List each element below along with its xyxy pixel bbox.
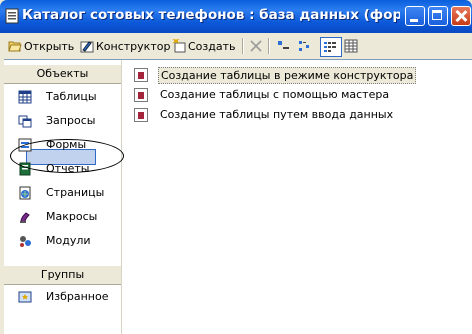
- nav-item-reports[interactable]: Отчеты: [4, 158, 121, 180]
- shortcut-icon: [134, 68, 148, 82]
- delete-x-icon: [250, 40, 262, 52]
- nav-item-queries[interactable]: Запросы: [4, 110, 121, 132]
- nav-item-macros[interactable]: Макросы: [4, 206, 121, 228]
- list-item-label: Создание таблицы в режиме конструктора: [158, 67, 417, 84]
- small-icons-button[interactable]: [298, 37, 314, 55]
- report-icon: [19, 162, 31, 176]
- macro-icon: [20, 212, 30, 223]
- nav-item-favorites[interactable]: Избранное: [4, 286, 121, 308]
- list-item-label: Создание таблицы с помощью мастера: [160, 88, 390, 101]
- query-icon: [18, 115, 32, 128]
- small-icons-icon: [299, 41, 309, 51]
- nav-item-forms[interactable]: Формы: [4, 134, 121, 156]
- nav-item-modules[interactable]: Модули: [4, 230, 121, 252]
- shortcut-icon: [134, 108, 148, 122]
- close-button[interactable]: [451, 6, 471, 26]
- nav-item-pages[interactable]: Страницы: [4, 182, 121, 204]
- design-label: Конструктор: [96, 39, 171, 53]
- favorites-folder-icon: [18, 291, 32, 303]
- toolbar-separator: [268, 38, 270, 54]
- design-button[interactable]: Конструктор: [80, 37, 170, 55]
- large-icons-icon: [278, 41, 289, 49]
- list-item-label: Создание таблицы путем ввода данных: [160, 108, 394, 121]
- open-icon: [8, 41, 22, 52]
- large-icons-button[interactable]: [276, 37, 292, 55]
- list-item[interactable]: Создание таблицы путем ввода данных: [134, 106, 464, 124]
- list-view-icon: [324, 42, 336, 52]
- form-icon: [18, 138, 32, 152]
- design-icon: [80, 41, 94, 53]
- nav-item-label: Запросы: [46, 114, 96, 127]
- nav-item-label: Избранное: [46, 290, 109, 303]
- details-view-button[interactable]: [344, 37, 360, 55]
- page-icon: [19, 186, 31, 200]
- open-label: Открыть: [24, 39, 75, 53]
- delete-button[interactable]: [249, 37, 265, 55]
- open-button[interactable]: Открыть: [8, 37, 74, 55]
- database-window-body: Объекты Таблицы Запросы Формы Отчеты Стр…: [4, 59, 472, 334]
- minimize-button[interactable]: [405, 6, 425, 26]
- window-title: Каталог сотовых телефонов : база данных …: [22, 7, 400, 23]
- details-view-icon: [344, 39, 358, 53]
- module-icon: [20, 236, 31, 247]
- list-item[interactable]: Создание таблицы с помощью мастера: [134, 86, 464, 104]
- nav-item-label: Формы: [46, 138, 87, 151]
- list-view-button[interactable]: [320, 37, 342, 57]
- create-label: Создать: [188, 39, 236, 53]
- new-sparkle-icon: [172, 39, 186, 53]
- maximize-button[interactable]: [428, 6, 448, 26]
- list-item[interactable]: Создание таблицы в режиме конструктора: [134, 66, 464, 84]
- table-icon: [18, 90, 32, 104]
- database-window-icon: [5, 8, 19, 24]
- objects-header[interactable]: Объекты: [4, 64, 121, 84]
- create-button[interactable]: Создать: [172, 37, 236, 55]
- nav-item-label: Отчеты: [46, 162, 90, 175]
- nav-item-label: Страницы: [46, 186, 105, 199]
- nav-item-label: Макросы: [46, 210, 98, 223]
- nav-item-tables[interactable]: Таблицы: [4, 86, 121, 108]
- shortcut-icon: [134, 88, 148, 102]
- nav-item-label: Таблицы: [46, 90, 97, 103]
- title-bar[interactable]: Каталог сотовых телефонов : база данных …: [0, 0, 472, 33]
- toolbar: Открыть Конструктор Создать: [0, 33, 472, 59]
- objects-bar: Объекты Таблицы Запросы Формы Отчеты Стр…: [4, 60, 124, 334]
- groups-header[interactable]: Группы: [4, 265, 121, 285]
- nav-item-label: Модули: [46, 234, 91, 247]
- toolbar-separator: [242, 38, 244, 54]
